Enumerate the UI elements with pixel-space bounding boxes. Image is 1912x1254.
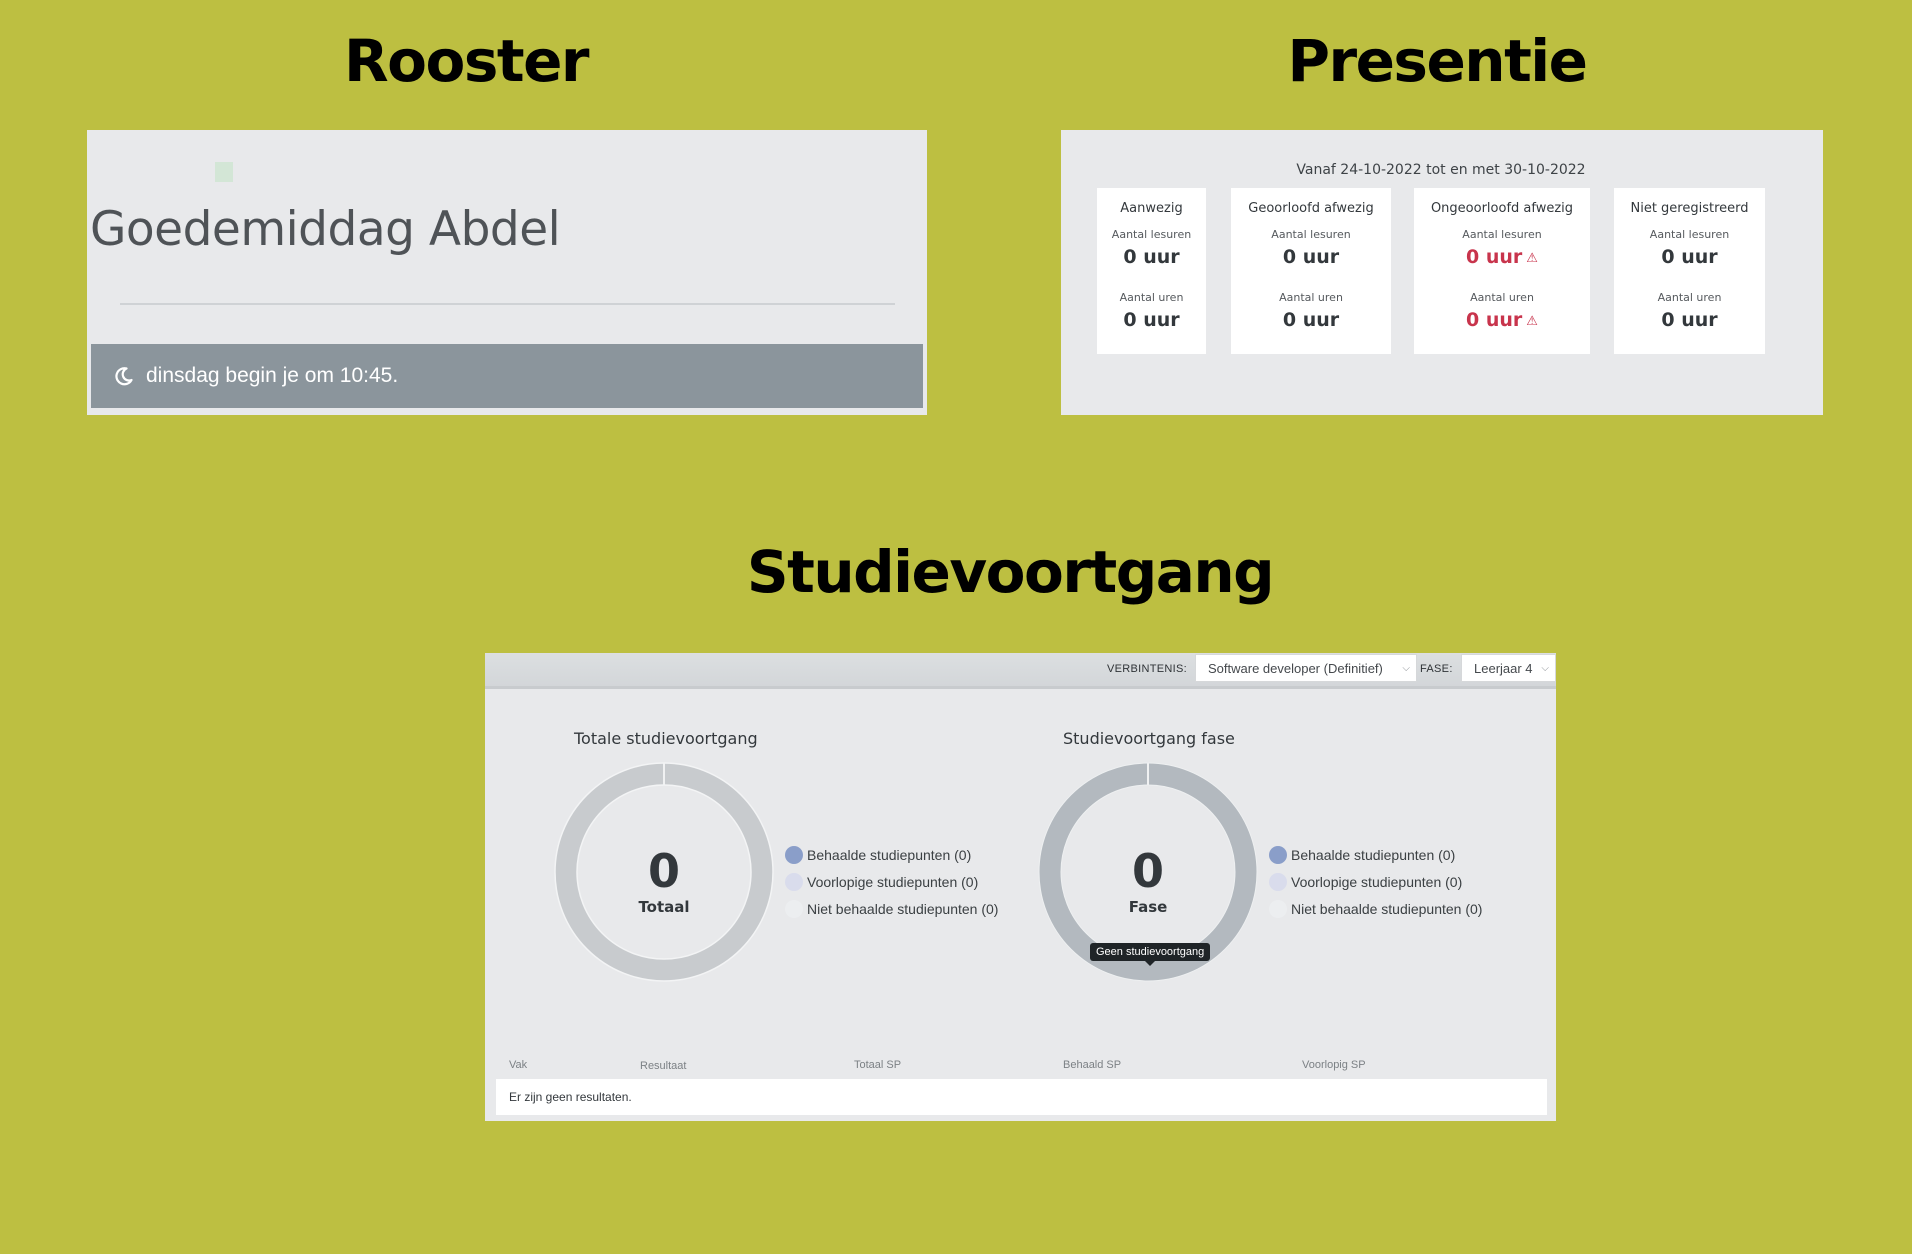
legend-item-niet-behaald: Niet behaalde studiepunten (0) bbox=[1269, 895, 1482, 922]
empty-table-message: Er zijn geen resultaten. bbox=[496, 1079, 1547, 1115]
card-label-lesuren: Aantal lesuren bbox=[1271, 228, 1351, 241]
card-aanwezig[interactable]: Aanwezig Aantal lesuren 0 uur Aantal ure… bbox=[1097, 188, 1206, 354]
schedule-banner[interactable]: dinsdag begin je om 10:45. bbox=[91, 344, 923, 408]
card-value-lesuren: 0 uur bbox=[1282, 246, 1340, 268]
column-header-totaal-sp[interactable]: Totaal SP bbox=[854, 1059, 901, 1071]
moon-icon bbox=[115, 367, 133, 386]
chart-tooltip: Geen studievoortgang bbox=[1090, 943, 1211, 966]
card-value-lesuren: 0 uur bbox=[1661, 246, 1718, 268]
legend-label: Behaalde studiepunten (0) bbox=[807, 846, 972, 863]
chart-value: 0 bbox=[1132, 844, 1164, 898]
card-label-uren: Aantal uren bbox=[1470, 291, 1534, 304]
chart-title-totaal: Totale studievoortgang bbox=[574, 729, 758, 748]
card-title: Aanwezig bbox=[1120, 201, 1183, 216]
legend-dot bbox=[785, 872, 803, 891]
chart-value: 0 bbox=[648, 844, 680, 898]
fase-label: FASE: bbox=[1420, 663, 1453, 675]
verbintenis-value: Software developer (Definitief) bbox=[1208, 661, 1383, 676]
legend-label: Voorlopige studiepunten (0) bbox=[1291, 873, 1463, 890]
rooster-title: Rooster bbox=[343, 27, 590, 95]
period-text: Vanaf 24-10-2022 tot en met 30-10-2022 bbox=[1296, 162, 1586, 178]
warning-icon: ⚠ bbox=[1526, 314, 1538, 329]
chart-title-fase: Studievoortgang fase bbox=[1063, 729, 1235, 748]
chart-sublabel: Totaal bbox=[638, 898, 689, 916]
legend-item-voorlopig: Voorlopige studiepunten (0) bbox=[785, 868, 998, 895]
card-value-uren: 0 uur bbox=[1123, 309, 1180, 331]
card-label-lesuren: Aantal lesuren bbox=[1462, 228, 1542, 241]
chevron-down-icon: ⌵ bbox=[1541, 663, 1549, 674]
card-title: Geoorloofd afwezig bbox=[1248, 201, 1374, 216]
card-title: Niet geregistreerd bbox=[1630, 201, 1749, 216]
card-value-uren: 0 uur ⚠ bbox=[1414, 309, 1590, 331]
logo-placeholder bbox=[215, 162, 233, 182]
column-header-voorlopig-sp[interactable]: Voorlopig SP bbox=[1302, 1059, 1366, 1071]
card-geoorloofd-afwezig[interactable]: Geoorloofd afwezig Aantal lesuren 0 uur … bbox=[1231, 188, 1391, 354]
card-value-lesuren: 0 uur ⚠ bbox=[1414, 246, 1590, 268]
card-ongeoorloofd-afwezig[interactable]: Ongeoorloofd afwezig Aantal lesuren 0 uu… bbox=[1414, 188, 1590, 354]
card-value-uren: 0 uur bbox=[1282, 309, 1340, 331]
chevron-down-icon: ⌵ bbox=[1402, 663, 1410, 674]
rooster-panel: Goedemiddag Abdel dinsdag begin je om 10… bbox=[87, 130, 927, 415]
presentie-title: Presentie bbox=[1287, 27, 1588, 95]
legend-label: Niet behaalde studiepunten (0) bbox=[807, 900, 999, 917]
column-header-resultaat[interactable]: Resultaat bbox=[640, 1060, 686, 1072]
card-label-uren: Aantal uren bbox=[1119, 291, 1184, 304]
studievoortgang-title: Studievoortgang bbox=[746, 538, 1275, 606]
warning-icon: ⚠ bbox=[1526, 251, 1538, 266]
card-niet-geregistreerd[interactable]: Niet geregistreerd Aantal lesuren 0 uur … bbox=[1614, 188, 1765, 354]
verbintenis-label: VERBINTENIS: bbox=[1107, 663, 1188, 675]
column-header-vak[interactable]: Vak bbox=[509, 1059, 527, 1071]
greeting-text: Goedemiddag Abdel bbox=[90, 202, 561, 257]
legend-dot bbox=[785, 899, 803, 918]
card-label-lesuren: Aantal lesuren bbox=[1111, 228, 1192, 241]
chart-sublabel: Fase bbox=[1129, 898, 1168, 916]
value-text: 0 uur bbox=[1466, 309, 1523, 331]
card-label-uren: Aantal uren bbox=[1657, 291, 1722, 304]
legend-dot bbox=[1269, 845, 1287, 864]
fase-select[interactable]: Leerjaar 4 ⌵ bbox=[1461, 654, 1556, 682]
legend-fase: Behaalde studiepunten (0) Voorlopige stu… bbox=[1269, 841, 1482, 922]
legend-dot bbox=[1269, 899, 1287, 918]
column-header-behaald-sp[interactable]: Behaald SP bbox=[1063, 1059, 1121, 1071]
legend-label: Niet behaalde studiepunten (0) bbox=[1291, 900, 1483, 917]
legend-label: Voorlopige studiepunten (0) bbox=[807, 873, 979, 890]
legend-dot bbox=[1269, 872, 1287, 891]
fase-value: Leerjaar 4 bbox=[1474, 661, 1533, 676]
legend-item-behaald: Behaalde studiepunten (0) bbox=[1269, 841, 1482, 868]
divider bbox=[120, 303, 895, 305]
filter-bar: VERBINTENIS: Software developer (Definit… bbox=[485, 653, 1556, 689]
legend-dot bbox=[785, 845, 803, 864]
legend-item-niet-behaald: Niet behaalde studiepunten (0) bbox=[785, 895, 998, 922]
card-value-lesuren: 0 uur bbox=[1123, 246, 1180, 268]
value-text: 0 uur bbox=[1466, 246, 1523, 268]
card-label-lesuren: Aantal lesuren bbox=[1649, 228, 1730, 241]
legend-label: Behaalde studiepunten (0) bbox=[1291, 846, 1456, 863]
donut-chart-totaal[interactable]: 0 Totaal bbox=[553, 761, 775, 983]
studievoortgang-panel: VERBINTENIS: Software developer (Definit… bbox=[485, 653, 1556, 1121]
legend-totaal: Behaalde studiepunten (0) Voorlopige stu… bbox=[785, 841, 998, 922]
card-title: Ongeoorloofd afwezig bbox=[1430, 201, 1574, 216]
verbintenis-select[interactable]: Software developer (Definitief) ⌵ bbox=[1195, 654, 1417, 682]
presentie-panel: Vanaf 24-10-2022 tot en met 30-10-2022 A… bbox=[1061, 130, 1823, 415]
legend-item-behaald: Behaalde studiepunten (0) bbox=[785, 841, 998, 868]
legend-item-voorlopig: Voorlopige studiepunten (0) bbox=[1269, 868, 1482, 895]
card-value-uren: 0 uur bbox=[1661, 309, 1718, 331]
card-label-uren: Aantal uren bbox=[1279, 291, 1343, 304]
banner-text: dinsdag begin je om 10:45. bbox=[146, 364, 399, 387]
